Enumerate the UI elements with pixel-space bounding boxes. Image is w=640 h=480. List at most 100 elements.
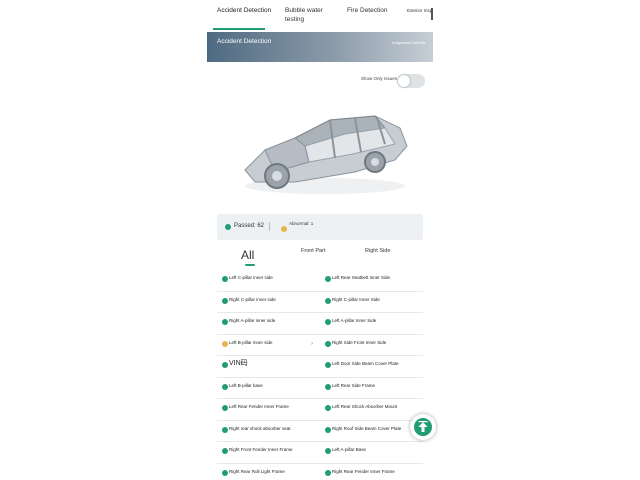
show-only-issues-label: Show Only Issues (360, 76, 397, 81)
toggle-knob (398, 75, 410, 87)
table-row: Right Rear Roll Light Frame Right Rear Fe… (217, 464, 423, 480)
area-filter-tabs: All Front Part Right Side (217, 242, 423, 268)
active-filter-indicator (245, 264, 255, 266)
tab-bubble-water-testing[interactable]: Bubble water testing (285, 6, 333, 24)
check-circle-icon (222, 362, 228, 368)
table-row: Right rear shock absorber seat Right Roof… (217, 421, 423, 442)
check-circle-icon (325, 405, 331, 411)
inspection-item-list: Left C-pillar inner side Left Rear Seatbe… (217, 270, 423, 480)
warning-circle-icon (281, 226, 287, 232)
inspection-item[interactable]: Right Rear Roll Light Frame (217, 464, 320, 480)
inspection-item[interactable]: Right Front Fender Inner Frame (217, 442, 320, 462)
inspection-item-label: Right C-pillar Inner Side (332, 296, 380, 302)
inspection-item[interactable]: Left Rear Seatbelt Inner Side (320, 270, 423, 290)
check-circle-icon (225, 224, 231, 230)
table-row: Right Front Fender Inner Frame Left A-pil… (217, 442, 423, 464)
inspection-item[interactable]: Left B-pillar inner side › (217, 335, 320, 355)
inspection-item[interactable]: Right C-pillar inner side (217, 292, 320, 312)
inspection-item[interactable]: Right Roof Side Beam Cover Plate (320, 421, 423, 441)
top-tab-bar: Accident Detection Bubble water testing … (207, 0, 433, 32)
table-row: Left B-pillar inner side › Right Side Fron… (217, 335, 423, 356)
banner-title: Accident Detection (217, 38, 272, 45)
section-banner: Accident Detection Judgement Criteria (207, 32, 433, 62)
inspection-item-label: Right Side Front Inner Side (332, 339, 387, 345)
inspection-item-label: Left A-pillar Inner Side (332, 318, 377, 323)
inspection-item-label: Right Rear Roll Light Frame (229, 468, 285, 474)
inspection-item[interactable]: Left Rear Side Frame (320, 378, 423, 398)
car-body-frame-image (244, 115, 408, 194)
inspection-item-label: VIN码 (229, 360, 248, 367)
upload-arrow-icon (414, 418, 432, 436)
table-row: VIN码 Left Door Side Beam Cover Plate (217, 356, 423, 378)
abnormal-count: Abnormal: 1 (289, 221, 314, 226)
inspection-item[interactable]: VIN码 (217, 356, 320, 376)
inspection-item-label: Left Rear Fender Inner Frame (229, 404, 289, 409)
inspection-summary: Passed: 62 Abnormal: 1 (217, 214, 423, 240)
inspection-item-label: Right Roof Side Beam Cover Plate (332, 425, 402, 431)
check-circle-icon (222, 405, 228, 411)
summary-divider (269, 222, 270, 231)
tab-accident-detection[interactable]: Accident Detection (217, 6, 271, 15)
inspection-item-label: Left B-pillar inner side (229, 339, 273, 345)
inspection-item[interactable]: Right C-pillar Inner Side (320, 292, 423, 312)
upload-button[interactable] (410, 414, 436, 440)
table-row: Left C-pillar inner side Left Rear Seatbe… (217, 270, 423, 292)
check-circle-icon (325, 448, 331, 454)
tab-exterior-inspection[interactable]: Exterior Insp (407, 6, 432, 15)
check-circle-icon (222, 448, 228, 454)
inspection-item[interactable]: Right rear shock absorber seat (217, 421, 320, 441)
filter-toggle-row: Show Only Issues (207, 70, 433, 92)
check-circle-icon (325, 276, 331, 282)
check-circle-icon (325, 426, 331, 433)
tab-scroll-indicator (431, 8, 433, 20)
inspection-item-label: Left Rear Side Frame (332, 382, 376, 388)
show-only-issues-toggle[interactable] (397, 74, 425, 88)
check-circle-icon (222, 297, 228, 304)
inspection-item[interactable]: Left C-pillar inner side (217, 270, 320, 290)
inspection-item-label: Left B-pillar base (229, 382, 263, 388)
chevron-right-icon: › (311, 340, 313, 347)
check-circle-icon (222, 319, 228, 325)
inspection-item-label: Left Rear Shock Absorber Mount (332, 404, 398, 409)
check-circle-icon (325, 383, 331, 390)
inspection-item-label: Right A-pillar inner side (229, 318, 276, 323)
inspection-item[interactable]: Right A-pillar inner side (217, 313, 320, 333)
check-circle-icon (325, 297, 331, 304)
inspection-item-label: Left Door Side Beam Cover Plate (332, 361, 399, 366)
filter-right-side[interactable]: Right Side (365, 248, 390, 254)
inspection-item[interactable]: Left B-pillar base (217, 378, 320, 398)
inspection-item[interactable]: Left Door Side Beam Cover Plate (320, 356, 423, 376)
inspection-item-label: Right Rear Fender Inner Frame (332, 468, 395, 474)
check-circle-icon (325, 340, 331, 347)
inspection-item[interactable]: Left Rear Shock Absorber Mount (320, 399, 423, 419)
inspection-item[interactable]: Left A-pillar Inner Side (320, 313, 423, 333)
filter-all[interactable]: All (241, 248, 254, 262)
check-circle-icon (222, 383, 228, 390)
app-screen: Accident Detection Bubble water testing … (207, 0, 433, 480)
tab-fire-detection[interactable]: Fire Detection (347, 6, 387, 15)
check-circle-icon (325, 469, 331, 476)
filter-front-part[interactable]: Front Part (301, 248, 325, 254)
inspection-item[interactable]: Right Rear Fender Inner Frame (320, 464, 423, 480)
warning-circle-icon (222, 340, 228, 347)
check-circle-icon (325, 362, 331, 368)
check-circle-icon (325, 319, 331, 325)
inspection-item-label: Left C-pillar inner side (229, 275, 273, 280)
inspection-item[interactable]: Left Rear Fender Inner Frame (217, 399, 320, 419)
table-row: Right A-pillar inner side Left A-pillar I… (217, 313, 423, 335)
active-tab-indicator (213, 28, 265, 30)
inspection-item-label: Left Rear Seatbelt Inner Side (332, 275, 391, 280)
judgement-criteria-link[interactable]: Judgement Criteria (391, 40, 425, 45)
inspection-item-label: Right Front Fender Inner Frame (229, 447, 293, 452)
passed-count: Passed: 62 (234, 223, 265, 229)
table-row: Left Rear Fender Inner Frame Left Rear Sh… (217, 399, 423, 421)
check-circle-icon (222, 426, 228, 433)
inspection-item-label: Right rear shock absorber seat (229, 425, 291, 431)
inspection-item-label: Right C-pillar inner side (229, 296, 276, 302)
inspection-item[interactable]: Right Side Front Inner Side (320, 335, 423, 355)
check-circle-icon (222, 276, 228, 282)
inspection-item[interactable]: Left A-pillar Base (320, 442, 423, 462)
table-row: Right C-pillar inner side Right C-pillar … (217, 292, 423, 313)
inspection-item-label: Left A-pillar Base (332, 447, 367, 452)
check-circle-icon (222, 469, 228, 476)
